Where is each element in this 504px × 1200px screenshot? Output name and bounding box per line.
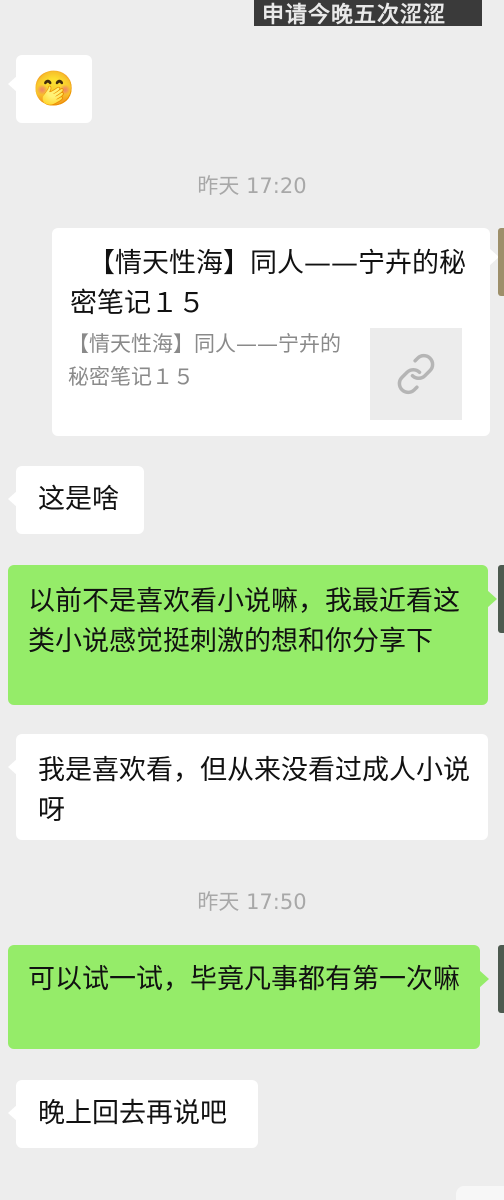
message-bubble-sent[interactable]: 以前不是喜欢看小说嘛，我最近看这类小说感觉挺刺激的想和你分享下 — [8, 565, 488, 705]
bubble-tail — [479, 970, 489, 988]
avatar[interactable] — [498, 565, 504, 633]
link-card-title: 【情天性海】同人——宁卉的秘密笔记１５ — [70, 248, 466, 319]
avatar[interactable] — [498, 945, 504, 1013]
message-text: 以前不是喜欢看小说嘛，我最近看这类小说感觉挺刺激的想和你分享下 — [28, 586, 460, 657]
timestamp: 昨天 17:50 — [197, 890, 307, 914]
hand-over-mouth-emoji: 🤭 — [32, 69, 76, 109]
link-card[interactable]: 【情天性海】同人——宁卉的秘密笔记１５ 【情天性海】同人——宁卉的秘密笔记１５ — [52, 228, 490, 436]
message-text: 我是喜欢看，但从来没看过成人小说呀 — [38, 755, 470, 826]
timestamp: 昨天 17:20 — [197, 174, 307, 198]
message-bubble-sent[interactable]: 可以试一试，毕竟凡事都有第一次嘛 — [8, 945, 480, 1049]
banner-text: 申请今晚五次涩涩 — [262, 3, 447, 26]
message-bubble-received[interactable]: 这是啥 — [16, 466, 144, 534]
link-icon — [397, 353, 435, 395]
message-bubble-received[interactable]: 我是喜欢看，但从来没看过成人小说呀 — [16, 734, 488, 840]
bubble-tail — [487, 590, 497, 608]
avatar[interactable] — [498, 228, 504, 296]
avatar[interactable] — [456, 1186, 504, 1200]
message-text: 这是啥 — [38, 484, 119, 515]
message-text: 晚上回去再说吧 — [38, 1098, 227, 1129]
message-bubble-received[interactable]: 🤭 — [16, 55, 92, 123]
message-text: 可以试一试，毕竟凡事都有第一次嘛 — [28, 964, 460, 995]
message-bubble-received[interactable]: 晚上回去再说吧 — [16, 1080, 258, 1148]
link-card-description: 【情天性海】同人——宁卉的秘密笔记１５ — [68, 332, 341, 389]
top-banner: 申请今晚五次涩涩 — [254, 0, 482, 26]
link-card-thumbnail — [370, 328, 462, 420]
